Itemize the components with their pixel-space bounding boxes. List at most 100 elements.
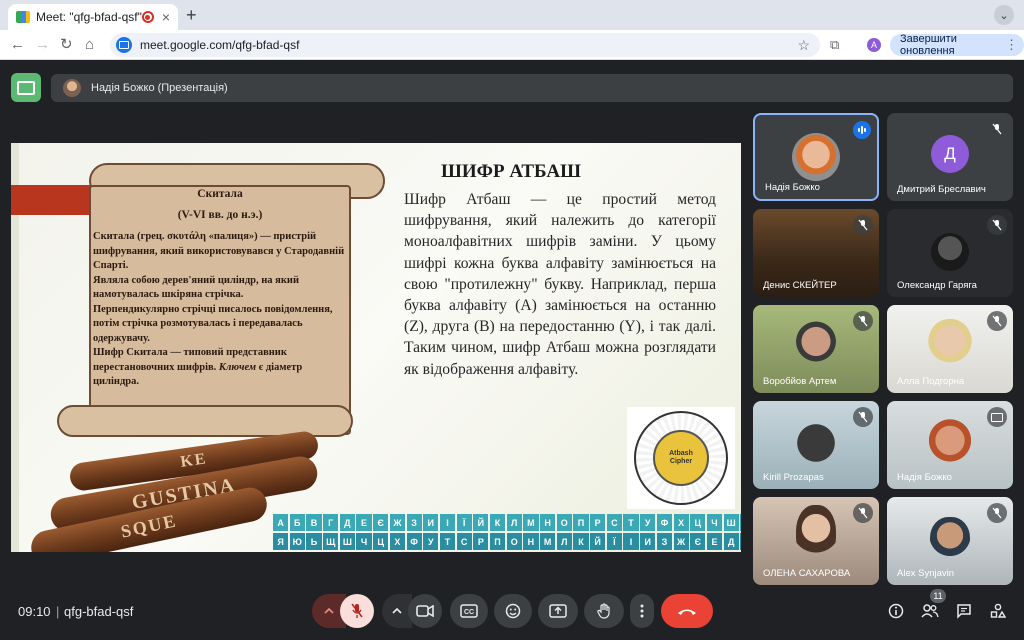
emoji-icon	[505, 603, 521, 619]
alphabet-row-bottom: ЯЮЬЩШЧЦХФУТСРПОНМЛКЙЇІИЗЖЄЕДГВБА	[273, 533, 741, 550]
bookmark-star-icon[interactable]: ☆	[797, 37, 810, 54]
camera-button[interactable]	[408, 594, 442, 628]
participant-name: Надія Божко	[765, 182, 820, 193]
alphabet-letter-cell: Ш	[723, 514, 739, 531]
participant-count-badge: 11	[930, 589, 946, 603]
new-tab-button[interactable]: +	[186, 6, 197, 24]
alphabet-letter-cell: В	[306, 514, 322, 531]
participant-name: Алла Подгорна	[897, 376, 965, 387]
alphabet-letter-cell: Н	[540, 514, 556, 531]
raise-hand-icon	[597, 603, 610, 619]
chat-button[interactable]	[953, 600, 975, 622]
alphabet-letter-cell: Е	[706, 533, 723, 550]
presenter-avatar	[63, 79, 81, 97]
microphone-button[interactable]	[340, 594, 374, 628]
leave-call-button[interactable]	[661, 594, 713, 628]
participant-tile[interactable]: Надія Божко	[753, 113, 879, 201]
address-bar[interactable]: meet.google.com/qfg-bfad-qsf ☆	[110, 33, 820, 57]
alphabet-letter-cell: Ч	[706, 514, 723, 531]
meet-favicon-icon	[16, 11, 30, 23]
participant-tile[interactable]: Kirill Prozapas	[753, 401, 879, 489]
site-info-icon[interactable]	[116, 37, 132, 53]
participant-video	[930, 517, 970, 563]
alphabet-letter-cell: Є	[690, 533, 706, 550]
participant-name: Воробйов Артем	[763, 376, 837, 387]
alphabet-letter-cell: Ф	[406, 533, 422, 550]
mic-off-icon	[853, 407, 873, 427]
slide-title: ШИФР АТБАШ	[441, 161, 581, 182]
participant-tile[interactable]: Д Дмитрий Бреславич	[887, 113, 1013, 201]
alphabet-letter-cell: Ь	[306, 533, 322, 550]
tab-title: Meet: "qfg-bfad-qsf"	[36, 10, 142, 24]
alphabet-letter-cell: М	[523, 514, 539, 531]
browser-menu-icon[interactable]: ⋮	[1005, 37, 1018, 53]
participant-tile[interactable]: Alex Synjavin	[887, 497, 1013, 585]
alphabet-letter-cell: Л	[506, 514, 522, 531]
atbash-cipher-image: Atbash Cipher	[627, 407, 735, 509]
extensions-puzzle-icon[interactable]: ⧉	[830, 37, 839, 53]
alphabet-letter-cell: Є	[373, 514, 389, 531]
cipher-logo-text: Atbash	[669, 450, 693, 457]
alphabet-letter-cell: С	[456, 533, 472, 550]
people-button[interactable]	[919, 600, 941, 622]
participant-name: Олександр Гаряга	[897, 280, 977, 291]
participant-tile[interactable]: Надія Божко	[887, 401, 1013, 489]
alphabet-letter-cell: Ю	[289, 533, 305, 550]
finish-update-button[interactable]: Завершити оновлення	[890, 33, 1024, 57]
browser-toolbar: ← → ↻ ⌂ meet.google.com/qfg-bfad-qsf ☆ ⧉…	[0, 30, 1024, 60]
back-arrow-icon[interactable]: ←	[10, 36, 25, 54]
reload-icon[interactable]: ↻	[60, 36, 73, 54]
present-screen-icon	[549, 604, 567, 618]
meeting-code: qfg-bfad-qsf	[64, 604, 134, 619]
camera-icon	[416, 605, 434, 617]
participant-tile[interactable]: Денис СКЕЙТЕР	[753, 209, 879, 297]
home-icon[interactable]: ⌂	[85, 36, 94, 54]
url-text: meet.google.com/qfg-bfad-qsf	[140, 38, 300, 52]
alphabet-letter-cell: Ц	[373, 533, 389, 550]
participant-tile[interactable]: Олександр Гаряга	[887, 209, 1013, 297]
participant-name: Надія Божко	[897, 472, 952, 483]
chevron-up-icon	[392, 607, 402, 614]
alphabet-letter-cell: А	[273, 514, 289, 531]
alphabet-letter-cell: О	[556, 514, 572, 531]
hang-up-icon	[678, 609, 696, 615]
reactions-button[interactable]	[494, 594, 532, 628]
participant-tile[interactable]: Алла Подгорна	[887, 305, 1013, 393]
participant-video	[925, 417, 975, 469]
meeting-details-button[interactable]	[885, 600, 907, 622]
forward-arrow-icon[interactable]: →	[35, 36, 50, 54]
activities-shapes-icon	[990, 603, 1006, 618]
activities-button[interactable]	[987, 600, 1009, 622]
participant-tile[interactable]: Воробйов Артем	[753, 305, 879, 393]
closed-captions-icon: CC	[460, 604, 478, 618]
tab-close-icon[interactable]: ×	[162, 9, 170, 25]
alphabet-letter-cell: Ф	[656, 514, 672, 531]
raise-hand-button[interactable]	[584, 594, 624, 628]
alphabet-letter-cell: Щ	[323, 533, 339, 550]
present-screen-button[interactable]	[538, 594, 578, 628]
profile-avatar[interactable]: A	[867, 38, 881, 52]
participant-name: ОЛЕНА САХАРОВА	[763, 568, 851, 579]
info-icon	[888, 603, 904, 619]
alphabet-letter-cell: І	[623, 533, 639, 550]
participant-avatar: Д	[931, 135, 969, 173]
alphabet-letter-cell: Й	[590, 533, 606, 550]
participant-tile[interactable]: ОЛЕНА САХАРОВА	[753, 497, 879, 585]
tab-search-chevron-icon[interactable]: ⌄	[994, 5, 1014, 25]
separator: |	[56, 604, 60, 619]
presenting-screen-icon	[987, 407, 1007, 427]
alphabet-letter-cell: Г	[323, 514, 339, 531]
mic-off-icon	[853, 311, 873, 331]
browser-tab[interactable]: Meet: "qfg-bfad-qsf" ×	[8, 4, 178, 30]
captions-button[interactable]: CC	[450, 594, 488, 628]
participant-video	[928, 319, 972, 373]
alphabet-letter-cell: Д	[339, 514, 355, 531]
cipher-wheel: Atbash Cipher	[634, 411, 728, 505]
more-options-button[interactable]	[630, 594, 654, 628]
presentation-icon[interactable]	[11, 73, 41, 102]
alphabet-letter-cell: Ж	[673, 533, 689, 550]
alphabet-row-top: АБВГДЕЄЖЗИІЇЙКЛМНОПРСТУФХЦЧШЩЬЮЯ	[273, 514, 741, 531]
alphabet-letter-cell: И	[640, 533, 656, 550]
presented-slide: Скитала (V-VI вв. до н.э.) Скитала (грец…	[11, 143, 741, 552]
alphabet-letter-cell: З	[656, 533, 672, 550]
